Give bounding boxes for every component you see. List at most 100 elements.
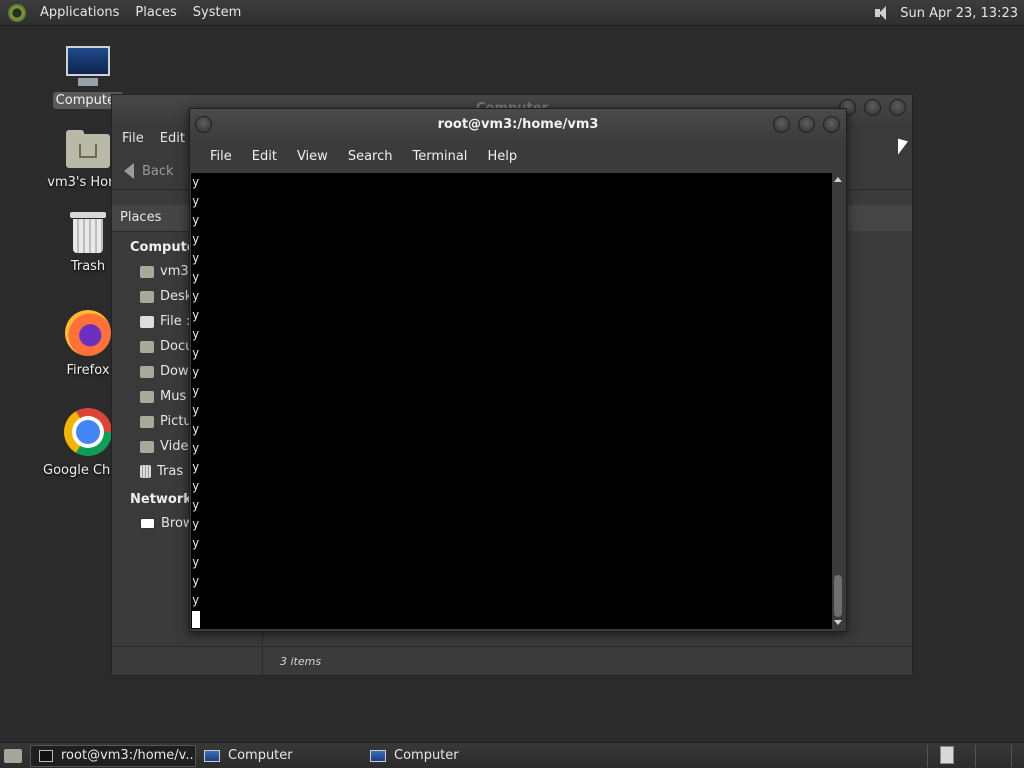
- sidebar-item-label: Vide: [160, 439, 189, 454]
- terminal-line: y: [192, 441, 200, 455]
- network-icon: [140, 518, 155, 529]
- terminal-line: y: [192, 175, 200, 189]
- menu-system[interactable]: System: [185, 5, 249, 20]
- status-bar: 3 items: [264, 646, 912, 675]
- terminal-line: y: [192, 308, 200, 322]
- back-button[interactable]: Back: [142, 164, 174, 179]
- terminal-line: y: [192, 270, 200, 284]
- sidebar-item-label: Pictu: [160, 414, 192, 429]
- terminal-titlebar[interactable]: root@vm3:/home/vm3: [190, 109, 846, 141]
- panel-separator: [975, 745, 976, 767]
- firefox-icon: [65, 310, 111, 356]
- bottom-panel: root@vm3:/home/v... Computer Computer: [0, 742, 1024, 768]
- taskbar-item-computer[interactable]: Computer: [362, 745, 528, 767]
- terminal-scrollbar[interactable]: [832, 173, 845, 629]
- maximize-button[interactable]: [864, 99, 881, 116]
- folder-icon: [140, 290, 154, 303]
- menu-places[interactable]: Places: [127, 5, 184, 20]
- minimize-button[interactable]: [773, 116, 790, 133]
- close-button[interactable]: [889, 99, 906, 116]
- terminal-line: y: [192, 536, 200, 550]
- mate-logo-icon[interactable]: [8, 3, 26, 22]
- trash-icon: [70, 212, 106, 254]
- taskbar-item-label: Computer: [394, 748, 459, 763]
- folder-icon: [140, 440, 154, 453]
- terminal-line: y: [192, 213, 200, 227]
- terminal-icon: [39, 749, 53, 762]
- taskbar-item-label: Computer: [228, 748, 293, 763]
- folder-icon: [140, 365, 154, 378]
- folder-icon: [140, 340, 154, 353]
- desktop-icon-label: Firefox: [66, 363, 110, 378]
- menu-terminal[interactable]: Terminal: [402, 149, 477, 164]
- terminal-menubar: File Edit View Search Terminal Help: [190, 141, 846, 171]
- menu-edit[interactable]: Edit: [242, 149, 287, 164]
- terminal-line: y: [192, 346, 200, 360]
- terminal-line: y: [192, 384, 200, 398]
- menu-edit[interactable]: Edit: [160, 131, 185, 146]
- top-panel: Applications Places System Sun Apr 23, 1…: [0, 0, 1024, 26]
- terminal-line: y: [192, 327, 200, 341]
- terminal-cursor-line: [191, 610, 832, 629]
- menu-view[interactable]: View: [287, 149, 338, 164]
- workspace-switcher[interactable]: [940, 746, 954, 764]
- computer-icon: [370, 749, 386, 762]
- taskbar-item-label: root@vm3:/home/v...: [61, 748, 196, 763]
- menu-file[interactable]: File: [122, 131, 144, 146]
- sidebar-item-label: Mus: [160, 389, 187, 404]
- home-icon: [140, 265, 154, 278]
- sidebar-item-label: vm3: [160, 264, 189, 279]
- panel-separator: [1011, 745, 1012, 767]
- terminal-line: y: [192, 365, 200, 379]
- chrome-icon: [64, 408, 112, 456]
- show-desktop-icon[interactable]: [4, 748, 22, 763]
- window-title: root@vm3:/home/vm3: [437, 117, 599, 132]
- status-text: 3 items: [280, 654, 322, 668]
- desktop-icon-label: Trash: [70, 259, 106, 274]
- back-arrow-icon[interactable]: [124, 163, 134, 179]
- sidebar-item-label: Desk: [160, 289, 193, 304]
- volume-icon[interactable]: [872, 5, 892, 21]
- sidebar-item-label: Tras: [157, 464, 184, 479]
- sidebar-item-label: File :: [160, 314, 191, 329]
- menu-search[interactable]: Search: [338, 149, 403, 164]
- scroll-down-icon[interactable]: [834, 620, 842, 625]
- computer-icon: [64, 46, 112, 90]
- terminal-line: y: [192, 251, 200, 265]
- terminal-line: y: [192, 289, 200, 303]
- sidebar-status-area: [112, 646, 262, 675]
- terminal-line: y: [192, 194, 200, 208]
- terminal-line: y: [192, 593, 200, 607]
- path-bar-strip: [848, 205, 912, 231]
- folder-icon: [140, 415, 154, 428]
- clock[interactable]: Sun Apr 23, 13:23: [900, 6, 1018, 21]
- sidebar-item-label: Dow: [160, 364, 189, 379]
- panel-separator: [927, 745, 928, 767]
- terminal-line: y: [192, 479, 200, 493]
- scrollbar-thumb[interactable]: [834, 575, 842, 617]
- terminal-output[interactable]: yyyyyyyyyyyyyyyyyyyyyyyy: [191, 173, 832, 629]
- terminal-line: y: [192, 517, 200, 531]
- trash-icon: [140, 465, 151, 478]
- taskbar-item-computer[interactable]: Computer: [196, 745, 362, 767]
- terminal-line: y: [192, 232, 200, 246]
- terminal-window[interactable]: root@vm3:/home/vm3 File Edit View Search…: [189, 108, 847, 632]
- drive-icon: [140, 315, 154, 328]
- terminal-line: y: [192, 574, 200, 588]
- mouse-pointer-icon: [898, 138, 908, 158]
- top-panel-tray: Sun Apr 23, 13:23: [872, 0, 1018, 26]
- close-button[interactable]: [823, 116, 840, 133]
- text-cursor: [192, 611, 200, 628]
- terminal-line: y: [192, 460, 200, 474]
- terminal-line: y: [192, 498, 200, 512]
- home-folder-icon: [66, 130, 110, 170]
- scroll-up-icon[interactable]: [834, 177, 842, 182]
- computer-icon: [204, 749, 220, 762]
- taskbar-item-terminal[interactable]: root@vm3:/home/v...: [30, 744, 196, 767]
- menu-help[interactable]: Help: [477, 149, 527, 164]
- folder-icon: [140, 390, 154, 403]
- terminal-line: y: [192, 422, 200, 436]
- menu-file[interactable]: File: [200, 149, 242, 164]
- maximize-button[interactable]: [798, 116, 815, 133]
- menu-applications[interactable]: Applications: [32, 5, 127, 20]
